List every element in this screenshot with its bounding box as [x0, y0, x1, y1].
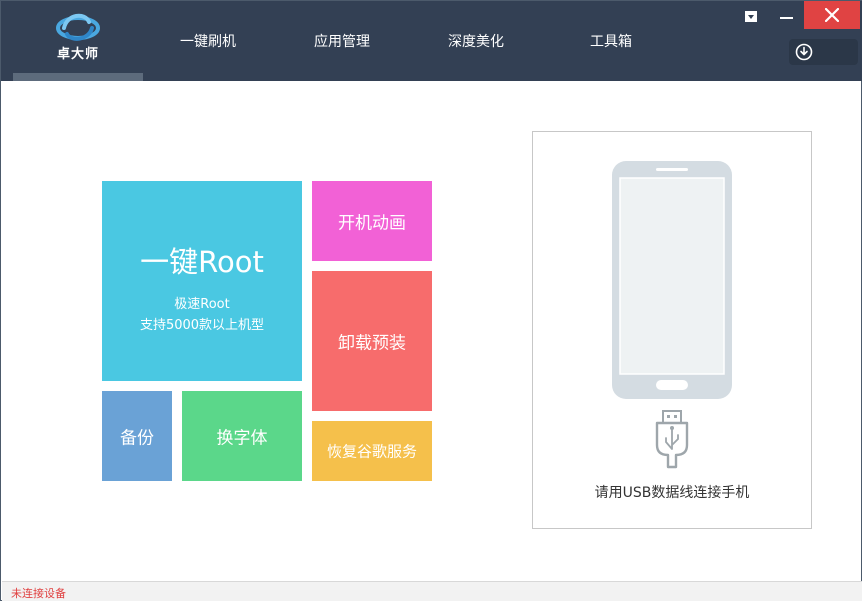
menu-dropdown-button[interactable]	[741, 1, 763, 31]
uninstall-preinstalled-tile[interactable]: 卸载预装	[312, 271, 432, 411]
minimize-button[interactable]	[771, 1, 801, 31]
logo-text: 卓大师	[56, 47, 99, 62]
download-icon	[795, 43, 813, 61]
minimize-icon	[780, 17, 793, 19]
device-connection-panel: 请用USB数据线连接手机	[532, 131, 812, 529]
boot-animation-tile[interactable]: 开机动画	[312, 181, 432, 261]
selected-tab-indicator	[13, 73, 143, 81]
nav-toolbox[interactable]: 工具箱	[590, 31, 632, 53]
restore-google-services-label: 恢复谷歌服务	[326, 442, 417, 461]
nav-one-click-flash[interactable]: 一键刷机	[180, 31, 236, 53]
backup-label: 备份	[120, 428, 154, 449]
boot-animation-label: 开机动画	[338, 213, 406, 234]
root-tile-title: 一键Root	[140, 245, 264, 279]
nav-app-management[interactable]: 应用管理	[314, 31, 370, 53]
cloud-logo-icon	[56, 13, 100, 41]
root-tile-support-text: 支持5000款以上机型	[139, 318, 265, 333]
logo-home-tab[interactable]: 卓大师	[13, 1, 143, 73]
nav-deep-beautify[interactable]: 深度美化	[448, 31, 504, 53]
one-click-root-tile[interactable]: 一键Root 极速Root 支持5000款以上机型	[102, 181, 302, 381]
close-icon	[825, 8, 839, 22]
top-navigation-bar: 卓大师 一键刷机 应用管理 深度美化 工具箱	[1, 1, 862, 81]
connection-status-text: 未连接设备	[11, 587, 66, 600]
change-font-tile[interactable]: 换字体	[182, 391, 302, 481]
smartphone-icon	[612, 161, 732, 399]
backup-tile[interactable]: 备份	[102, 391, 172, 481]
root-tile-subtitle: 极速Root	[174, 297, 230, 312]
change-font-label: 换字体	[216, 428, 268, 449]
close-button[interactable]	[804, 1, 860, 29]
uninstall-preinstalled-label: 卸载预装	[338, 333, 406, 354]
connect-instruction-text: 请用USB数据线连接手机	[594, 485, 750, 501]
download-manager-button[interactable]	[789, 39, 858, 65]
app-window: 卓大师 一键刷机 应用管理 深度美化 工具箱 一键Root 极速Root 支持5…	[0, 0, 862, 601]
usb-cable-icon	[655, 410, 689, 469]
restore-google-services-tile[interactable]: 恢复谷歌服务	[312, 421, 432, 481]
status-bar: 未连接设备	[2, 581, 862, 601]
